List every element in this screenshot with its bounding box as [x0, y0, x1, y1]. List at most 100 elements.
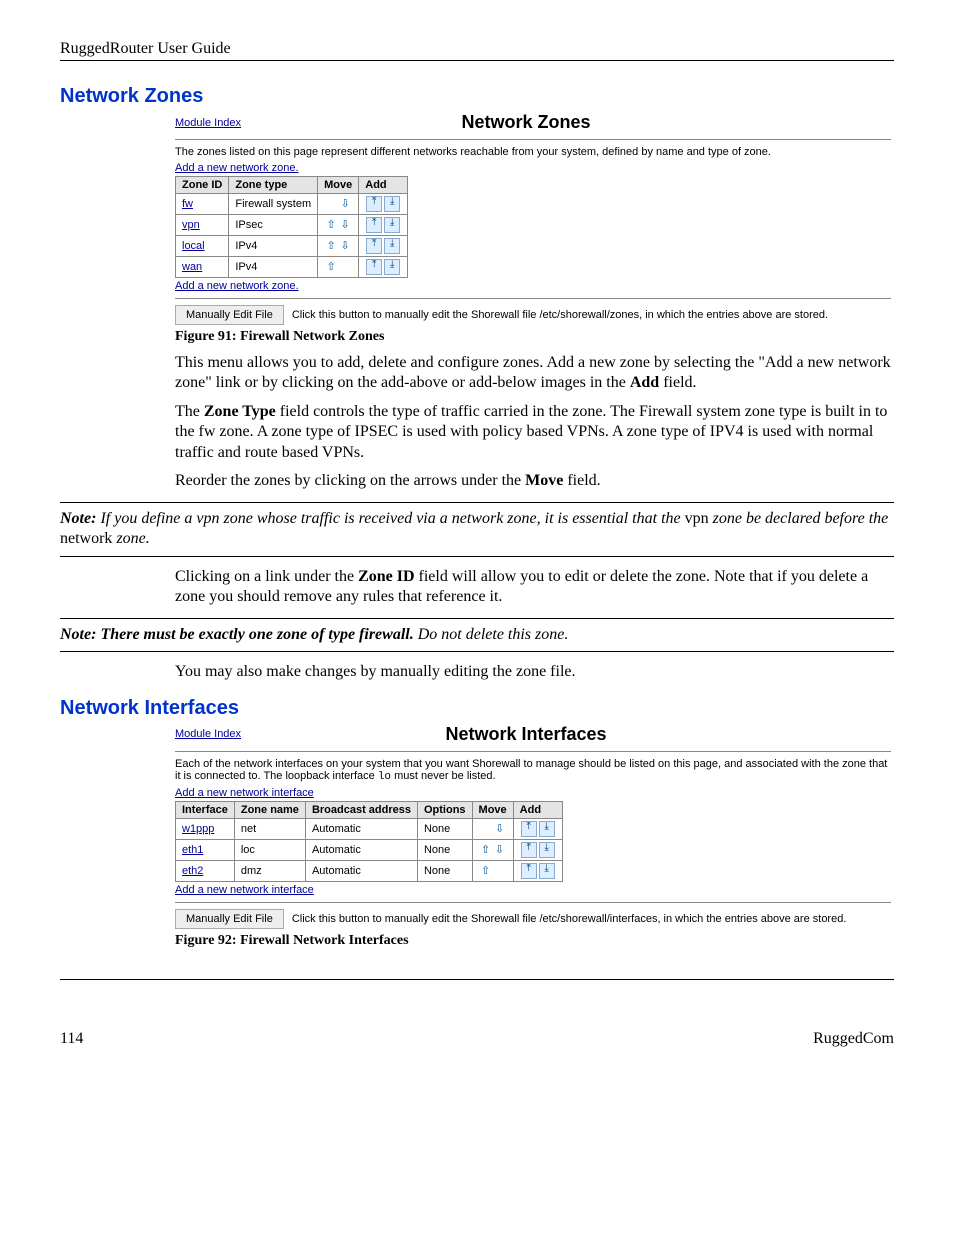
add-above-icon[interactable]: ⤒ [521, 821, 537, 837]
body-paragraph: Clicking on a link under the Zone ID fie… [175, 567, 894, 608]
zone-type-cell: IPv4 [229, 236, 318, 257]
interface-link-eth2[interactable]: eth2 [182, 865, 203, 877]
add-above-icon[interactable]: ⤒ [521, 863, 537, 879]
add-below-icon[interactable]: ⤓ [539, 863, 555, 879]
interface-link-eth1[interactable]: eth1 [182, 844, 203, 856]
table-header-row: Interface Zone name Broadcast address Op… [176, 801, 563, 818]
zone-type-cell: IPsec [229, 215, 318, 236]
add-above-icon[interactable]: ⤒ [366, 217, 382, 233]
screenshot-rule [175, 298, 891, 299]
add-above-icon[interactable]: ⤒ [366, 238, 382, 254]
page-header: RuggedRouter User Guide [60, 40, 894, 60]
module-index-link[interactable]: Module Index [175, 728, 241, 740]
manually-edit-file-button[interactable]: Manually Edit File [175, 305, 284, 325]
table-header-row: Zone ID Zone type Move Add [176, 177, 408, 194]
options-cell: None [417, 860, 472, 881]
screenshot-title-interfaces: Network Interfaces [241, 724, 811, 745]
move-down-icon[interactable]: ⇩ [338, 197, 352, 211]
move-up-icon[interactable]: ⇧ [324, 239, 338, 253]
zone-name-cell: net [234, 818, 305, 839]
move-up-icon[interactable]: ⇧ [324, 260, 338, 274]
col-options: Options [417, 801, 472, 818]
zones-table: Zone ID Zone type Move Add fw Firewall s… [175, 176, 408, 278]
move-down-icon[interactable]: ⇩ [338, 218, 352, 232]
note-block: Note: If you define a vpn zone whose tra… [60, 502, 894, 557]
add-below-icon[interactable]: ⤓ [384, 259, 400, 275]
interfaces-table: Interface Zone name Broadcast address Op… [175, 801, 563, 882]
zone-name-cell: dmz [234, 860, 305, 881]
manually-edit-desc: Click this button to manually edit the S… [292, 913, 847, 925]
section-heading-network-interfaces: Network Interfaces [60, 697, 894, 720]
body-paragraph: The Zone Type field controls the type of… [175, 402, 894, 463]
body-paragraph: You may also make changes by manually ed… [175, 662, 894, 682]
add-below-icon[interactable]: ⤓ [384, 217, 400, 233]
move-down-icon[interactable]: ⇩ [493, 843, 507, 857]
col-zone-name: Zone name [234, 801, 305, 818]
add-below-icon[interactable]: ⤓ [539, 821, 555, 837]
header-left: RuggedRouter User Guide [60, 40, 231, 57]
table-row: eth2 dmz Automatic None ⇧ ⤒⤓ [176, 860, 563, 881]
table-row: eth1 loc Automatic None ⇧⇩ ⤒⤓ [176, 839, 563, 860]
move-up-icon[interactable]: ⇧ [479, 864, 493, 878]
manually-edit-desc: Click this button to manually edit the S… [292, 309, 828, 321]
screenshot-intro-zones: The zones listed on this page represent … [175, 146, 891, 158]
table-row: fw Firewall system ⇩ ⤒⤓ [176, 194, 408, 215]
col-move: Move [318, 177, 359, 194]
screenshot-interfaces: Module Index Network Interfaces Each of … [175, 724, 891, 929]
footer-rule [60, 979, 894, 980]
screenshot-intro-interfaces: Each of the network interfaces on your s… [175, 758, 891, 783]
col-move: Move [472, 801, 513, 818]
add-zone-link-top[interactable]: Add a new network zone. [175, 162, 299, 174]
zone-link-wan[interactable]: wan [182, 261, 202, 273]
zone-link-vpn[interactable]: vpn [182, 219, 200, 231]
footer-right: RuggedCom [813, 1030, 894, 1048]
screenshot-rule [175, 751, 891, 752]
zone-type-cell: Firewall system [229, 194, 318, 215]
add-interface-link-top[interactable]: Add a new network interface [175, 787, 314, 799]
options-cell: None [417, 839, 472, 860]
add-above-icon[interactable]: ⤒ [521, 842, 537, 858]
col-add: Add [513, 801, 562, 818]
zone-type-cell: IPv4 [229, 257, 318, 278]
interface-link-w1ppp[interactable]: w1ppp [182, 823, 214, 835]
broadcast-cell: Automatic [305, 818, 417, 839]
add-below-icon[interactable]: ⤓ [384, 196, 400, 212]
screenshot-rule [175, 902, 891, 903]
move-up-icon[interactable]: ⇧ [324, 218, 338, 232]
screenshot-title-zones: Network Zones [241, 112, 811, 133]
zone-link-local[interactable]: local [182, 240, 205, 252]
add-above-icon[interactable]: ⤒ [366, 259, 382, 275]
broadcast-cell: Automatic [305, 839, 417, 860]
broadcast-cell: Automatic [305, 860, 417, 881]
add-zone-link-bottom[interactable]: Add a new network zone. [175, 280, 299, 292]
table-row: wan IPv4 ⇧ ⤒⤓ [176, 257, 408, 278]
module-index-link[interactable]: Module Index [175, 117, 241, 129]
move-down-icon[interactable]: ⇩ [493, 822, 507, 836]
page-footer: 114 RuggedCom [60, 1030, 894, 1048]
col-zone-id: Zone ID [176, 177, 229, 194]
note-block: Note: There must be exactly one zone of … [60, 618, 894, 652]
table-row: w1ppp net Automatic None ⇩ ⤒⤓ [176, 818, 563, 839]
section-heading-network-zones: Network Zones [60, 85, 894, 108]
figure-caption-91: Figure 91: Firewall Network Zones [175, 329, 894, 345]
col-add: Add [359, 177, 408, 194]
col-zone-type: Zone type [229, 177, 318, 194]
move-down-icon[interactable]: ⇩ [338, 239, 352, 253]
zone-name-cell: loc [234, 839, 305, 860]
add-below-icon[interactable]: ⤓ [384, 238, 400, 254]
table-row: vpn IPsec ⇧⇩ ⤒⤓ [176, 215, 408, 236]
col-broadcast: Broadcast address [305, 801, 417, 818]
header-rule [60, 60, 894, 61]
move-up-icon[interactable]: ⇧ [479, 843, 493, 857]
zone-link-fw[interactable]: fw [182, 198, 193, 210]
options-cell: None [417, 818, 472, 839]
table-row: local IPv4 ⇧⇩ ⤒⤓ [176, 236, 408, 257]
add-above-icon[interactable]: ⤒ [366, 196, 382, 212]
add-below-icon[interactable]: ⤓ [539, 842, 555, 858]
screenshot-zones: Module Index Network Zones The zones lis… [175, 112, 891, 325]
screenshot-rule [175, 139, 891, 140]
manually-edit-file-button[interactable]: Manually Edit File [175, 909, 284, 929]
body-paragraph: This menu allows you to add, delete and … [175, 353, 894, 394]
add-interface-link-bottom[interactable]: Add a new network interface [175, 884, 314, 896]
figure-caption-92: Figure 92: Firewall Network Interfaces [175, 933, 894, 949]
